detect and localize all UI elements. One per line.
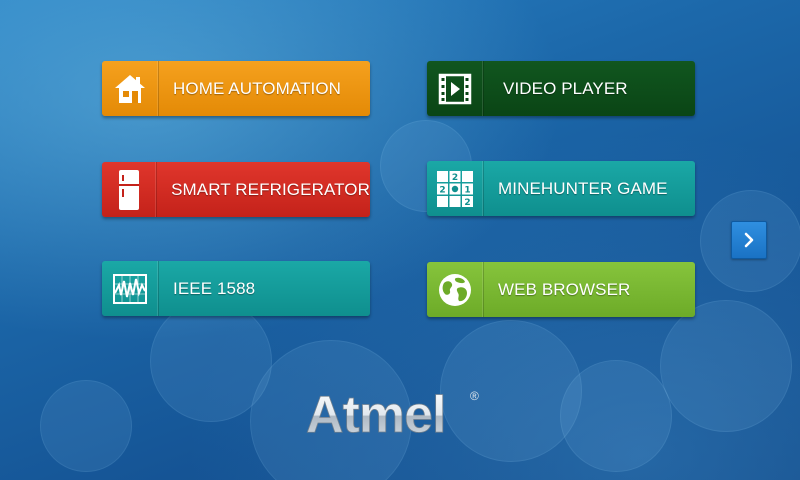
globe-icon [439, 273, 471, 306]
atmel-logo-text: Atmel [306, 386, 445, 444]
tile-label: SMART REFRIGERATOR [171, 179, 370, 199]
minesweeper-grid-icon: 2 2 1 2 [437, 170, 473, 208]
oscilloscope-waveform-icon [113, 273, 147, 304]
atmel-logo: Atmel ® [306, 386, 479, 444]
home-icon-box [102, 61, 159, 116]
browser-icon-box [427, 262, 484, 317]
svg-text:2: 2 [452, 173, 458, 183]
bokeh-decoration [660, 300, 792, 432]
chevron-right-icon [744, 232, 754, 248]
bokeh-decoration [40, 380, 132, 472]
tile-label: HOME AUTOMATION [173, 78, 342, 98]
video-icon-box [427, 61, 484, 116]
minehunter-game-button[interactable]: 2 2 1 2 MINEHUNTER GAME [427, 161, 695, 216]
home-automation-button[interactable]: HOME AUTOMATION [102, 61, 370, 116]
tile-label: WEB BROWSER [498, 279, 631, 299]
web-browser-button[interactable]: WEB BROWSER [427, 262, 695, 317]
video-player-button[interactable]: VIDEO PLAYER [427, 61, 695, 116]
registered-mark: ® [470, 389, 479, 403]
refrigerator-icon-box [102, 162, 158, 217]
next-page-button[interactable] [731, 221, 767, 259]
ieee-icon-box [102, 261, 159, 316]
svg-text:1: 1 [464, 185, 470, 195]
refrigerator-icon [119, 169, 140, 210]
home-screen: HOME AUTOMATION VIDEO PLAYER SMART REFRI… [0, 0, 800, 480]
tile-label: IEEE 1588 [173, 278, 256, 298]
svg-text:2: 2 [464, 198, 470, 208]
minehunter-icon-box: 2 2 1 2 [427, 161, 484, 216]
ieee-1588-button[interactable]: IEEE 1588 [102, 261, 370, 316]
home-icon [115, 74, 145, 103]
video-film-icon [438, 73, 472, 104]
svg-text:2: 2 [439, 185, 445, 195]
tile-label: VIDEO PLAYER [503, 78, 628, 98]
bokeh-decoration [560, 360, 672, 472]
smart-refrigerator-button[interactable]: SMART REFRIGERATOR [102, 162, 370, 217]
tile-label: MINEHUNTER GAME [498, 178, 668, 198]
